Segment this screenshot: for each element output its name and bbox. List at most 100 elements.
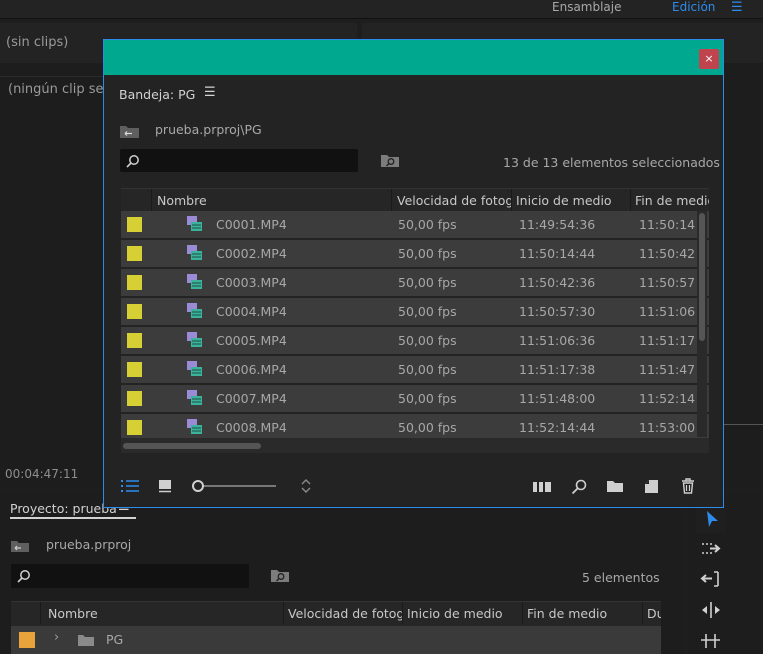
clip-start: 11:51:17:38 [519,362,596,377]
clip-end: 11:50:42 [639,246,696,261]
divider [391,189,392,211]
project-col-fps[interactable]: Velocidad de fotogr [288,606,402,621]
table-row[interactable]: C0007.MP4 50,00 fps 11:51:48:00 11:52:14 [121,385,709,412]
project-search-input[interactable] [11,564,249,588]
col-start[interactable]: Inicio de medio [516,193,612,208]
project-col-start[interactable]: Inicio de medio [407,606,503,621]
clip-end: 11:50:14 [639,217,696,232]
source-timecode: 00:04:47:11 [5,467,79,481]
chevron-right-icon[interactable]: › [54,630,59,645]
video-clip-icon [187,361,202,376]
table-row[interactable]: C0008.MP4 50,00 fps 11:52:14:44 11:53:00 [121,414,709,438]
table-row[interactable]: C0004.MP4 50,00 fps 11:50:57:30 11:51:06 [121,298,709,325]
video-clip-icon [187,303,202,318]
project-table-header: Nombre Velocidad de fotogr Inicio de med… [11,601,661,626]
divider [283,602,284,624]
folder-icon [78,635,94,646]
label-color-swatch[interactable] [19,632,35,648]
video-clip-icon [187,216,202,231]
label-color-swatch[interactable] [127,391,142,406]
table-row[interactable]: C0006.MP4 50,00 fps 11:51:17:38 11:51:47 [121,356,709,383]
selection-tool[interactable] [696,505,726,533]
project-tab[interactable]: Proyecto: prueba [10,501,117,516]
label-color-swatch[interactable] [127,333,142,348]
horizontal-scrollbar[interactable] [121,438,709,453]
new-item-icon[interactable] [644,479,659,494]
track-select-icon[interactable] [700,541,722,557]
clip-start: 11:51:06:36 [519,333,596,348]
automate-to-sequence-icon[interactable] [532,480,552,493]
clip-name: C0005.MP4 [216,333,287,348]
col-end[interactable]: Fin de medio [635,193,709,208]
vertical-scrollbar[interactable] [697,211,707,437]
workspace-tab-edicion[interactable]: Edición [672,0,715,14]
col-name[interactable]: Nombre [157,193,207,208]
search-icon [17,570,30,583]
divider [402,602,403,624]
slider-track [198,485,276,487]
project-col-end[interactable]: Fin de medio [527,606,607,621]
dialog-titlebar[interactable]: × [104,40,723,75]
source-clip-text: (ningún clip selec [8,82,106,97]
tools-panel [688,493,763,654]
table-row[interactable]: C0001.MP4 50,00 fps 11:49:54:36 11:50:14 [121,211,709,238]
trash-icon[interactable] [681,478,695,494]
label-color-swatch[interactable] [127,246,142,261]
ripple-edit-icon[interactable] [700,571,722,587]
slider-handle[interactable] [192,480,204,492]
workspace-tab-ensamblaje[interactable]: Ensamblaje [552,0,622,14]
workspace-menu-icon[interactable]: ☰ [731,0,743,15]
clip-fps: 50,00 fps [398,217,457,232]
clip-fps: 50,00 fps [398,275,457,290]
scrollbar-thumb[interactable] [123,443,261,449]
close-button[interactable]: × [699,49,719,69]
selection-status: 13 de 13 elementos seleccionados [503,155,720,170]
find-icon[interactable] [571,479,587,495]
find-in-bin-icon[interactable] [380,153,400,169]
bin-search-input[interactable] [120,149,358,172]
new-bin-icon[interactable] [606,479,624,493]
clip-fps: 50,00 fps [398,391,457,406]
clip-name: C0002.MP4 [216,246,287,261]
clip-start: 11:49:54:36 [519,217,596,232]
sort-icon[interactable] [300,478,312,494]
clip-name: C0001.MP4 [216,217,287,232]
scrollbar-thumb[interactable] [699,213,705,341]
label-color-swatch[interactable] [127,362,142,377]
project-up-folder-icon[interactable] [10,539,30,553]
video-clip-icon [187,332,202,347]
table-row[interactable]: C0002.MP4 50,00 fps 11:50:14:44 11:50:42 [121,240,709,267]
bin-title: Bandeja: PG [119,87,196,102]
label-color-swatch[interactable] [127,420,142,435]
clip-start: 11:52:14:44 [519,420,596,435]
label-color-swatch[interactable] [127,304,142,319]
rate-stretch-icon[interactable] [700,633,722,649]
clip-fps: 50,00 fps [398,420,457,435]
up-folder-icon[interactable] [119,124,141,139]
video-clip-icon [187,419,202,434]
clip-name: C0006.MP4 [216,362,287,377]
label-color-swatch[interactable] [127,275,142,290]
project-find-icon[interactable] [270,568,290,584]
bin-path: prueba.prproj\PG [155,122,262,137]
project-path: prueba.prproj [46,537,132,552]
workspace-bar: Ensamblaje Edición ☰ [0,0,763,19]
zoom-slider[interactable] [192,480,276,492]
source-header-text: (sin clips) [6,35,69,50]
table-row[interactable]: C0003.MP4 50,00 fps 11:50:42:36 11:50:57 [121,269,709,296]
project-row-pg[interactable]: › PG [11,626,661,654]
bin-menu-icon[interactable]: ☰ [204,85,216,100]
project-col-name[interactable]: Nombre [48,606,98,621]
table-row[interactable]: C0005.MP4 50,00 fps 11:51:06:36 11:51:17 [121,327,709,354]
icon-view-icon[interactable] [158,479,172,493]
rolling-edit-icon[interactable] [700,601,722,619]
clip-start: 11:50:42:36 [519,275,596,290]
selection-tool-icon [707,511,718,527]
list-view-icon[interactable] [120,479,140,493]
program-ruler [724,416,763,425]
project-col-duration[interactable]: Du [647,606,661,621]
clip-end: 11:51:06 [639,304,696,319]
label-color-swatch[interactable] [127,217,142,232]
clip-start: 11:50:14:44 [519,246,596,261]
col-fps[interactable]: Velocidad de fotogr [397,193,511,208]
